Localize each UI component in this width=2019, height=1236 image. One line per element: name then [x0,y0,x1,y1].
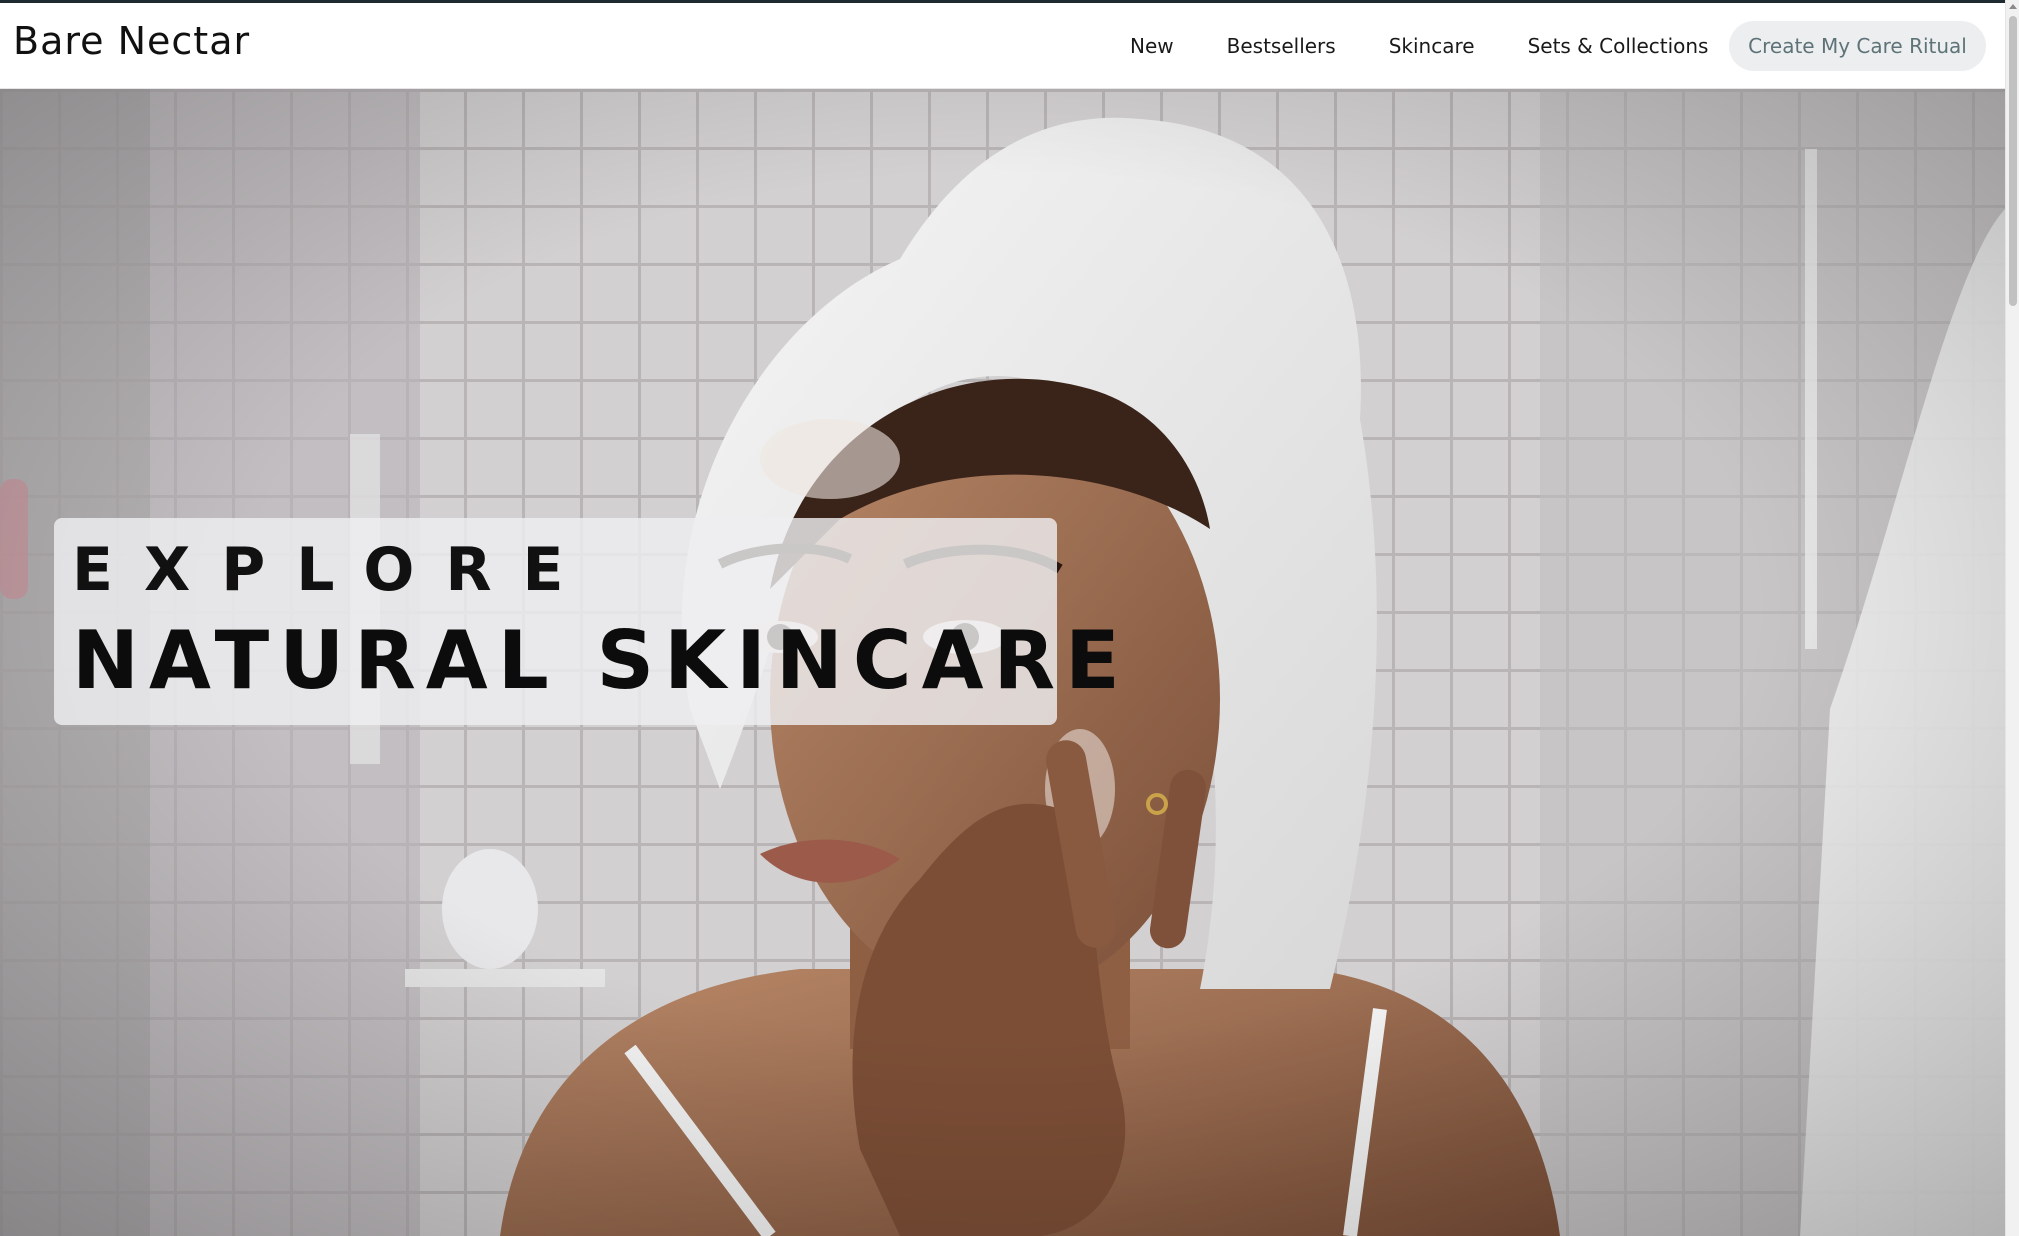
scroll-thumb[interactable] [2009,16,2017,306]
create-care-ritual-button[interactable]: Create My Care Ritual [1729,21,1986,71]
nav-item-sets-collections[interactable]: Sets & Collections [1528,34,1709,58]
hero-eyebrow: EXPLORE [72,535,595,605]
nav-item-bestsellers[interactable]: Bestsellers [1227,34,1336,58]
hero-title: NATURAL SKINCARE [72,614,1130,707]
nav-item-skincare[interactable]: Skincare [1389,34,1475,58]
scroll-up-arrow-icon[interactable] [2009,4,2017,9]
brand-logo[interactable]: Bare Nectar [13,22,250,60]
main-nav: New Bestsellers Skincare Sets & Collecti… [1130,3,1761,89]
page-scrollbar[interactable] [2005,0,2019,1236]
page: Bare Nectar New Bestsellers Skincare Set… [0,0,2019,1236]
site-header: Bare Nectar New Bestsellers Skincare Set… [0,3,2005,89]
nav-item-new[interactable]: New [1130,34,1174,58]
